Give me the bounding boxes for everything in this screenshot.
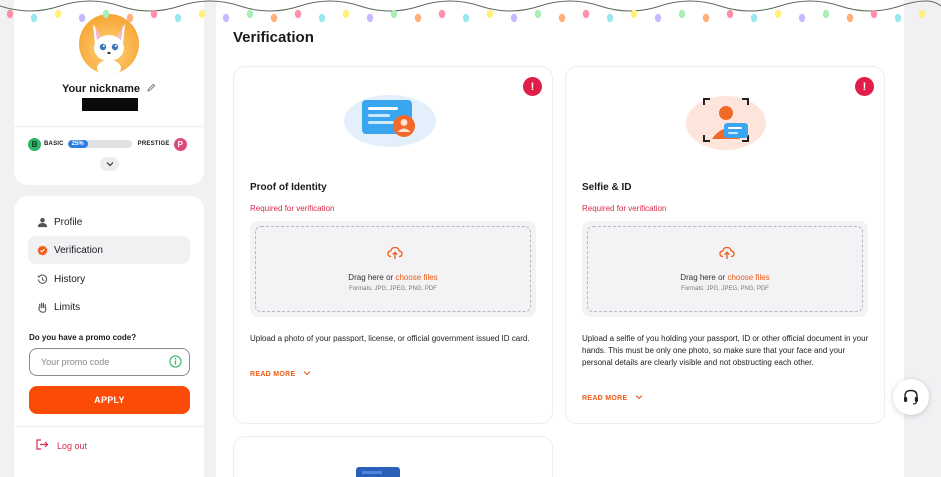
read-more-link[interactable]: READ MORE [582,394,643,402]
info-icon[interactable] [169,355,182,368]
verification-card-partial [233,436,553,477]
user-icon [36,216,48,228]
selfie-and-id-card: ! Selfie & ID Required for verification … [565,66,885,424]
chevron-down-icon [635,395,643,400]
history-icon [36,273,48,285]
file-dropzone[interactable]: Drag here or choose files Formats: JPG, … [582,221,868,317]
prestige-level-label: PRESTIGE [137,141,170,147]
dropzone-instruction: Drag here or [680,273,728,282]
prestige-level-badge: P [173,137,187,151]
choose-files-link[interactable]: choose files [727,273,769,282]
sidebar-item-history[interactable]: History [28,265,190,293]
basic-level-badge: B [28,137,41,151]
dropzone-text: Drag here or choose files [588,273,862,282]
dropzone-text: Drag here or choose files [256,273,530,282]
sidebar-item-profile[interactable]: Profile [28,208,190,236]
promo-code-label: Do you have a promo code? [29,333,137,342]
hand-icon [36,301,48,313]
upload-cloud-icon [719,246,735,259]
card-description: Upload a photo of your passport, license… [250,334,530,343]
dropzone-instruction: Drag here or [348,273,396,282]
formats-text: Formats: JPG, JPEG, PNG, PDF [349,286,437,292]
divider [14,126,204,127]
light-bulb [918,9,926,19]
apply-promo-button[interactable]: APPLY [29,386,190,414]
sidebar-item-label: Profile [54,216,83,228]
card-title: Selfie & ID [582,182,632,193]
profile-card: Your nickname B BASIC 25% PRESTIGE P [14,0,204,185]
read-more-label: READ MORE [250,371,296,378]
level-progress-percent: 25% [71,141,84,147]
sidebar-item-label: History [54,273,86,285]
nickname-text: Your nickname [61,83,140,95]
logout-label: Log out [57,440,88,451]
required-label: Required for verification [250,204,335,213]
level-progress-bar: 25% [67,140,132,148]
fox-avatar-icon [93,24,125,74]
main-content: Verification ! Proof of Identity Require… [216,0,904,477]
light-bulb [6,9,14,19]
edit-pencil-icon[interactable] [147,83,156,95]
promo-code-input[interactable] [29,348,190,376]
choose-files-link[interactable]: choose files [395,273,437,282]
sidebar-item-verification[interactable]: Verification [28,236,190,264]
level-progress: B BASIC 25% PRESTIGE P [28,137,204,151]
badge-check-icon [36,244,48,256]
redacted-user-id [82,98,138,111]
chevron-down-icon [106,162,113,167]
card-title: Proof of Identity [250,182,327,193]
alert-icon: ! [855,77,874,96]
sidebar-item-limits[interactable]: Limits [28,293,190,321]
divider [14,426,204,427]
selfie-illustration [686,96,766,150]
upload-cloud-icon [387,246,403,259]
sidebar-nav-card: Profile Verification History Limits Do y… [14,196,204,477]
headset-icon [904,389,918,405]
basic-level-label: BASIC [44,141,64,147]
read-more-label: READ MORE [582,395,628,402]
card-illustration [356,467,400,477]
expand-chevron-button[interactable] [100,157,119,171]
avatar[interactable] [79,14,139,74]
chevron-down-icon [303,371,311,376]
read-more-link[interactable]: READ MORE [250,370,311,378]
support-chat-button[interactable] [893,379,929,415]
file-dropzone[interactable]: Drag here or choose files Formats: JPG, … [250,221,536,317]
alert-icon: ! [523,77,542,96]
sidebar-item-label: Limits [54,301,81,313]
card-description: Upload a selfie of you holding your pass… [582,334,869,367]
logout-icon [36,439,49,452]
id-card-illustration [344,95,436,147]
sidebar-item-label: Verification [54,244,103,256]
page-title: Verification [233,29,314,46]
nickname: Your nickname [14,83,204,95]
formats-text: Formats: JPG, JPEG, PNG, PDF [681,286,769,292]
logout-link[interactable]: Log out [36,439,87,452]
proof-of-identity-card: ! Proof of Identity Required for verific… [233,66,553,424]
required-label: Required for verification [582,204,667,213]
